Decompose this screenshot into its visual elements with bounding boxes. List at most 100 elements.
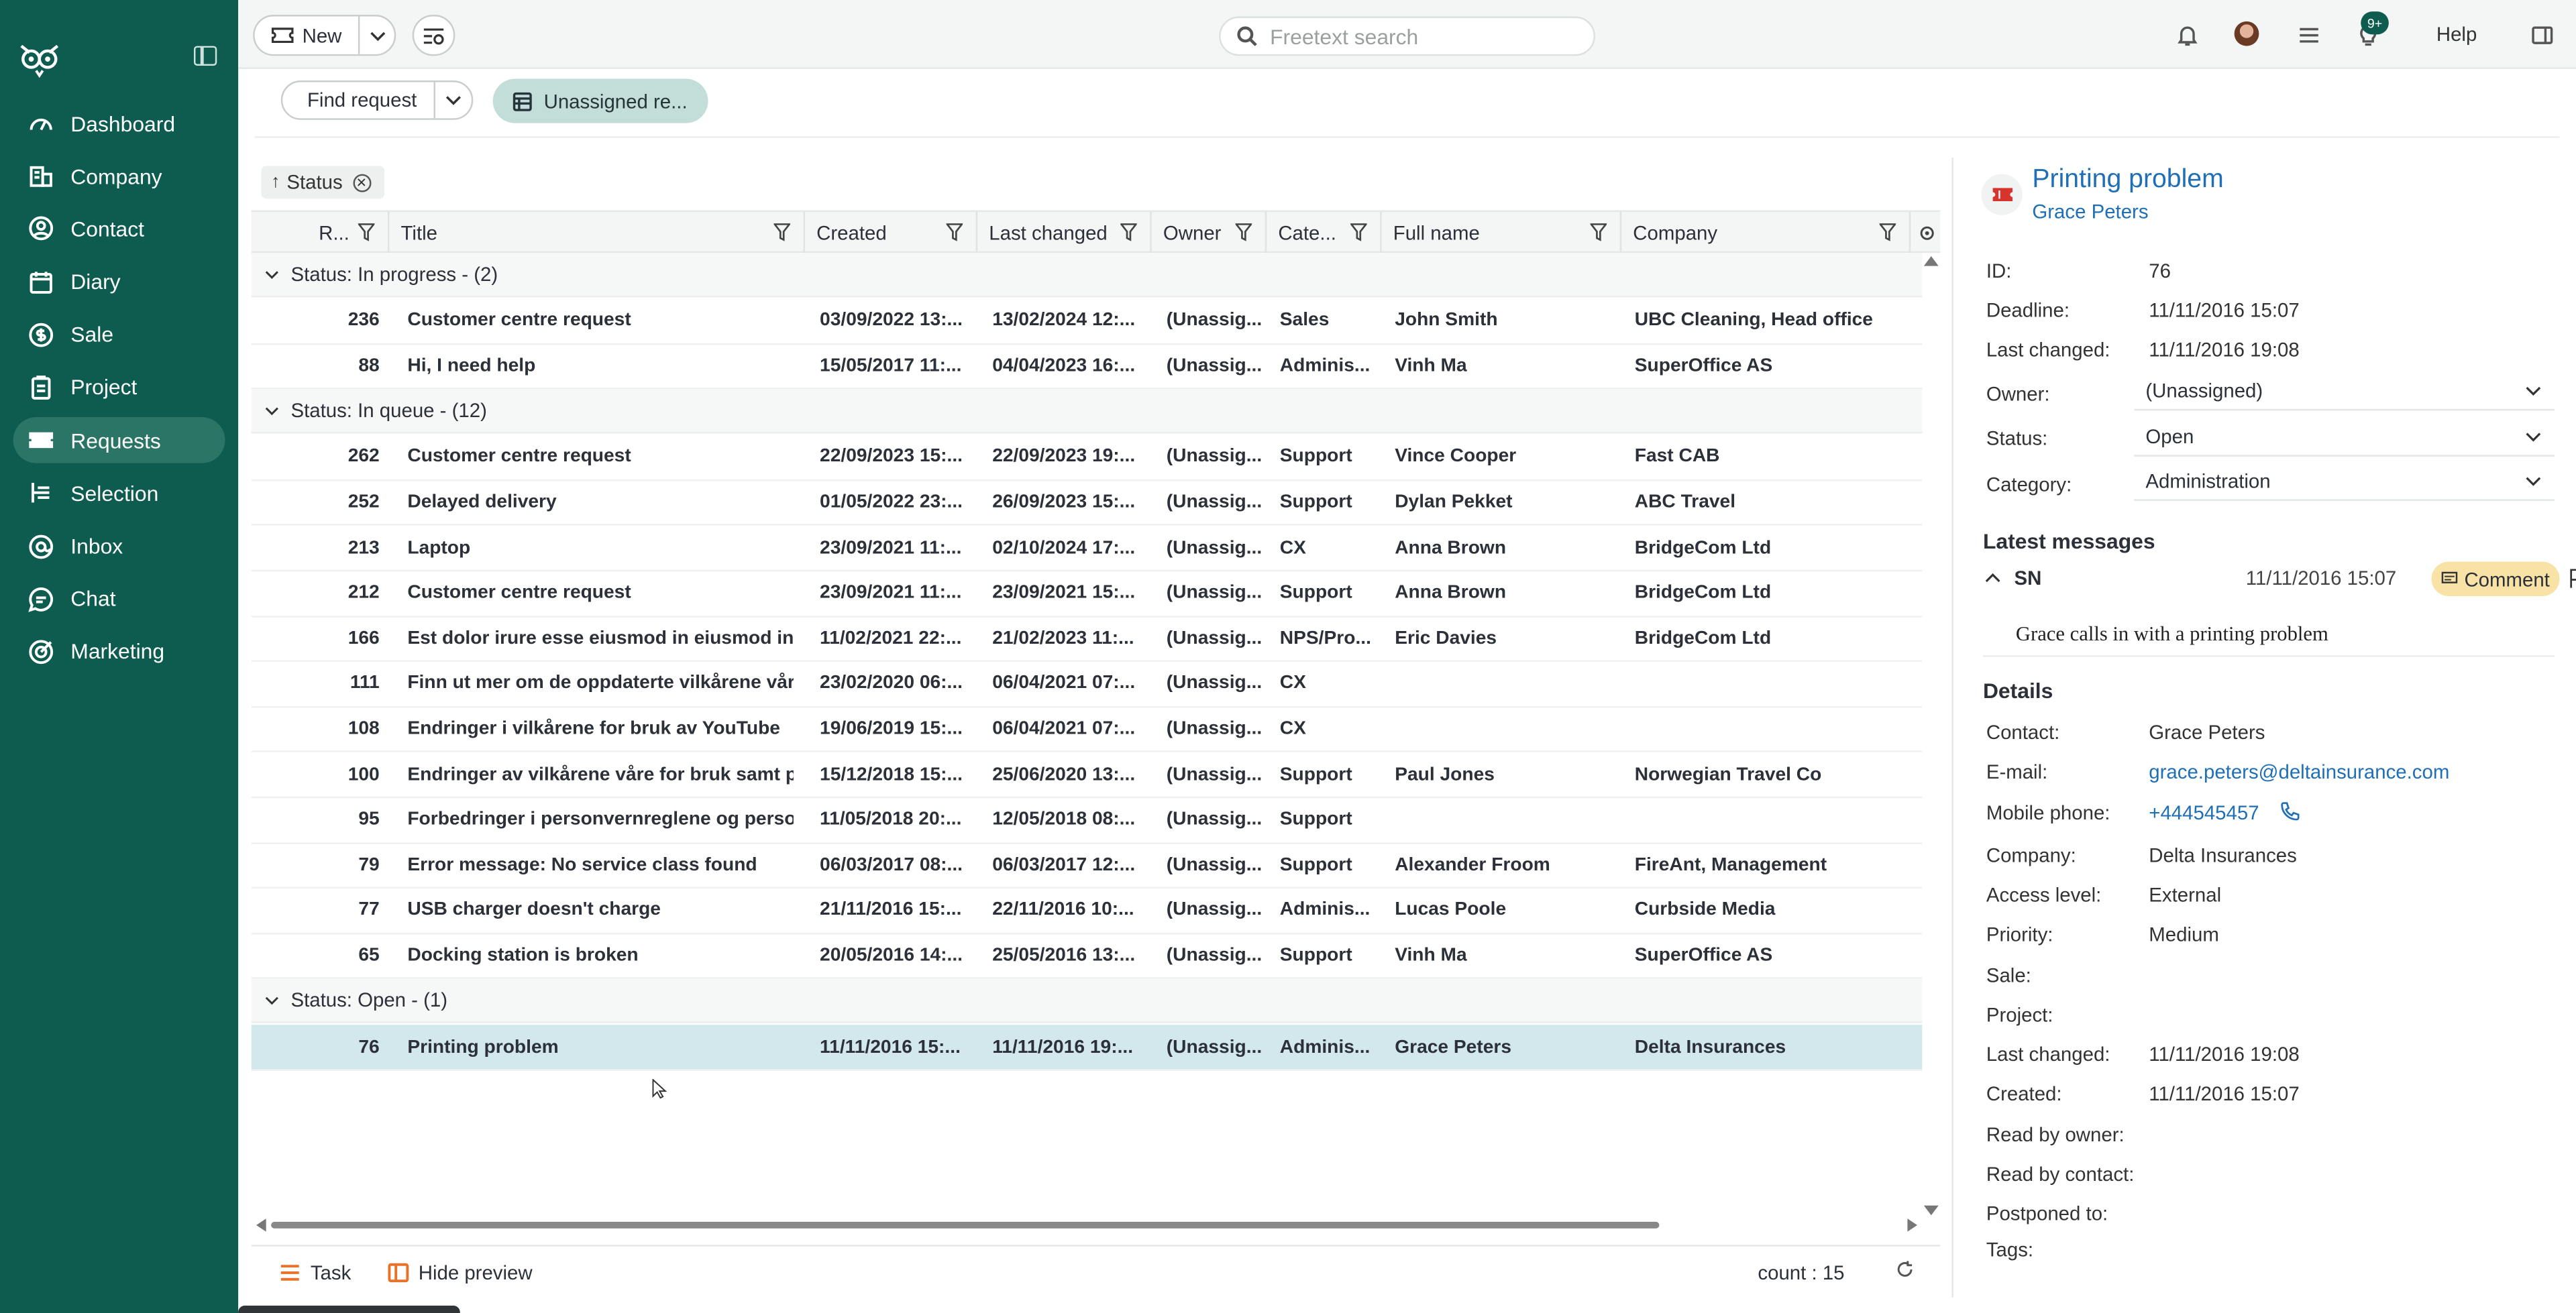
cell-cat: Support [1279, 946, 1352, 966]
table-row[interactable]: 236 Customer centre request 03/09/2022 13:… [251, 299, 1923, 345]
column-header-company[interactable]: Company [1621, 211, 1911, 255]
remove-group-icon[interactable]: ✕ [352, 173, 371, 192]
scroll-left-icon[interactable] [256, 1218, 266, 1232]
detail-last-changed: Last changed: 11/11/2016 19:08 [1986, 1043, 2300, 1066]
table-row[interactable]: 95 Forbedringer i personvernreglene og pe… [251, 798, 1923, 844]
table-row[interactable]: 100 Endringer av vilkårene våre for bruk … [251, 753, 1923, 799]
owner-select[interactable]: (Unassigned) [2134, 371, 2555, 411]
sidebar-item-project[interactable]: Project [13, 365, 225, 411]
filter-icon[interactable] [1350, 223, 1367, 241]
scroll-right-icon[interactable] [1907, 1218, 1917, 1232]
latest-messages-heading: Latest messages [1982, 528, 2155, 554]
find-request-main[interactable]: Find request [282, 82, 435, 119]
table-row[interactable]: 77 USB charger doesn't charge 21/11/2016 1… [251, 889, 1923, 934]
status-select[interactable]: Open [2134, 417, 2555, 457]
group-row[interactable]: Status: In queue - (12) [251, 389, 1923, 434]
table-row[interactable]: 76 Printing problem 11/11/2016 15:... 11/11… [251, 1025, 1923, 1071]
hide-preview-button[interactable]: Hide preview [387, 1261, 533, 1283]
cell-changed: 26/09/2023 15:... [992, 492, 1136, 513]
collapse-sidebar-icon[interactable] [193, 46, 217, 66]
filter-icon[interactable] [1879, 223, 1896, 241]
detail-project: Project: [1986, 1003, 2053, 1026]
field-value: 11/11/2016 15:07 [2149, 1082, 2300, 1106]
find-request-button[interactable]: Find request [280, 80, 474, 120]
chevron-up-icon[interactable] [1984, 573, 2000, 583]
phone-link[interactable]: +444545457 [2149, 801, 2259, 824]
freetext-search-input[interactable]: Freetext search [1219, 16, 1595, 56]
cell-title: Customer centre request [407, 447, 631, 467]
new-button-main[interactable]: New [255, 16, 360, 54]
cell-created: 15/05/2017 11:... [820, 356, 962, 376]
owl-logo-icon[interactable] [16, 40, 62, 79]
new-dropdown-button[interactable] [360, 30, 394, 40]
sidebar-item-requests[interactable]: Requests [13, 417, 225, 463]
chevron-down-icon[interactable] [264, 404, 279, 418]
column-header-id[interactable]: R... [307, 211, 390, 255]
user-avatar[interactable] [2234, 21, 2259, 46]
sidebar-item-marketing[interactable]: Marketing [13, 629, 225, 675]
horizontal-scroll-thumb[interactable] [271, 1222, 1660, 1229]
table-row[interactable]: 166 Est dolor irure esse eiusmod in eiusm… [251, 617, 1923, 663]
group-row[interactable]: Status: In progress - (2) [251, 253, 1923, 298]
category-select[interactable]: Administration [2134, 461, 2555, 501]
sidebar-item-chat[interactable]: Chat [13, 576, 225, 622]
preview-title[interactable]: Printing problem [2032, 166, 2223, 195]
cell-owner: (Unassig... [1166, 538, 1263, 558]
filter-icon[interactable] [946, 223, 963, 241]
flag-icon[interactable] [2569, 568, 2576, 588]
column-header-title[interactable]: Title [389, 211, 806, 255]
vertical-scrollbar[interactable] [1922, 253, 1940, 1222]
table-row[interactable]: 65 Docking station is broken 20/05/2016 14… [251, 934, 1923, 980]
horizontal-scrollbar[interactable] [256, 1218, 1921, 1232]
table-row[interactable]: 108 Endringer i vilkårene for bruk av You… [251, 707, 1923, 753]
help-link[interactable]: Help [2436, 23, 2477, 46]
email-link[interactable]: grace.peters@deltainsurance.com [2149, 760, 2449, 783]
sidebar-item-inbox[interactable]: Inbox [13, 523, 225, 569]
sidebar-item-company[interactable]: Company [13, 153, 225, 199]
preview-contact-link[interactable]: Grace Peters [2032, 201, 2148, 223]
chevron-down-icon[interactable] [264, 267, 279, 282]
column-header-created[interactable]: Created [805, 211, 978, 255]
phone-icon[interactable] [2280, 801, 2300, 821]
task-button[interactable]: Task [279, 1261, 351, 1283]
table-row[interactable]: 262 Customer centre request 22/09/2023 15:… [251, 435, 1923, 481]
column-header-owner[interactable]: Owner [1152, 211, 1267, 255]
column-header-category[interactable]: Cate... [1267, 211, 1382, 255]
task-list-button[interactable] [412, 15, 455, 56]
message-header[interactable]: SN 11/11/2016 15:07 Comment [1984, 561, 2576, 600]
filter-icon[interactable] [1120, 223, 1137, 241]
toggle-panel-button[interactable] [2528, 21, 2555, 48]
group-row[interactable]: Status: Open - (1) [251, 979, 1923, 1024]
filter-icon[interactable] [773, 223, 790, 241]
column-header-full-name[interactable]: Full name [1382, 211, 1622, 255]
table-row[interactable]: 212 Customer centre request 23/09/2021 11:… [251, 571, 1923, 617]
table-row[interactable]: 79 Error message: No service class found 0… [251, 844, 1923, 889]
chevron-down-icon[interactable] [264, 993, 279, 1008]
group-by-status-chip[interactable]: ↑ Status ✕ [261, 166, 385, 199]
filter-icon[interactable] [1590, 223, 1607, 241]
table-row[interactable]: 213 Laptop 23/09/2021 11:... 02/10/2024 17:… [251, 526, 1923, 572]
tab-unassigned-requests[interactable]: Unassigned re... [492, 78, 708, 123]
column-header-last-changed[interactable]: Last changed [977, 211, 1152, 255]
scroll-down-icon[interactable] [1923, 1205, 1939, 1216]
sidebar-item-selection[interactable]: Selection [13, 470, 225, 516]
table-row[interactable]: 88 Hi, I need help 15/05/2017 11:... 04/04/… [251, 344, 1923, 390]
table-row[interactable]: 111 Finn ut mer om de oppdaterte vilkåren… [251, 662, 1923, 707]
cell-name: Lucas Poole [1395, 901, 1507, 921]
sidebar-item-diary[interactable]: Diary [13, 259, 225, 305]
column-settings-button[interactable] [1914, 212, 1940, 255]
cell-id: 95 [358, 810, 380, 830]
refresh-icon[interactable] [1894, 1259, 1916, 1279]
new-button[interactable]: New [253, 15, 396, 56]
filter-icon[interactable] [358, 223, 375, 241]
scroll-up-icon[interactable] [1923, 256, 1939, 266]
filter-icon[interactable] [1235, 223, 1252, 241]
find-request-dropdown[interactable] [435, 95, 472, 105]
main-menu-button[interactable] [2295, 21, 2321, 48]
sidebar-item-contact[interactable]: Contact [13, 206, 225, 252]
sidebar-item-dashboard[interactable]: Dashboard [13, 100, 225, 146]
table-row[interactable]: 252 Delayed delivery 01/05/2022 23:... 26/0… [251, 481, 1923, 526]
sidebar-item-sale[interactable]: Sale [13, 312, 225, 358]
cell-title: Est dolor irure esse eiusmod in eiusmod … [407, 628, 794, 649]
notifications-button[interactable] [2174, 21, 2200, 48]
